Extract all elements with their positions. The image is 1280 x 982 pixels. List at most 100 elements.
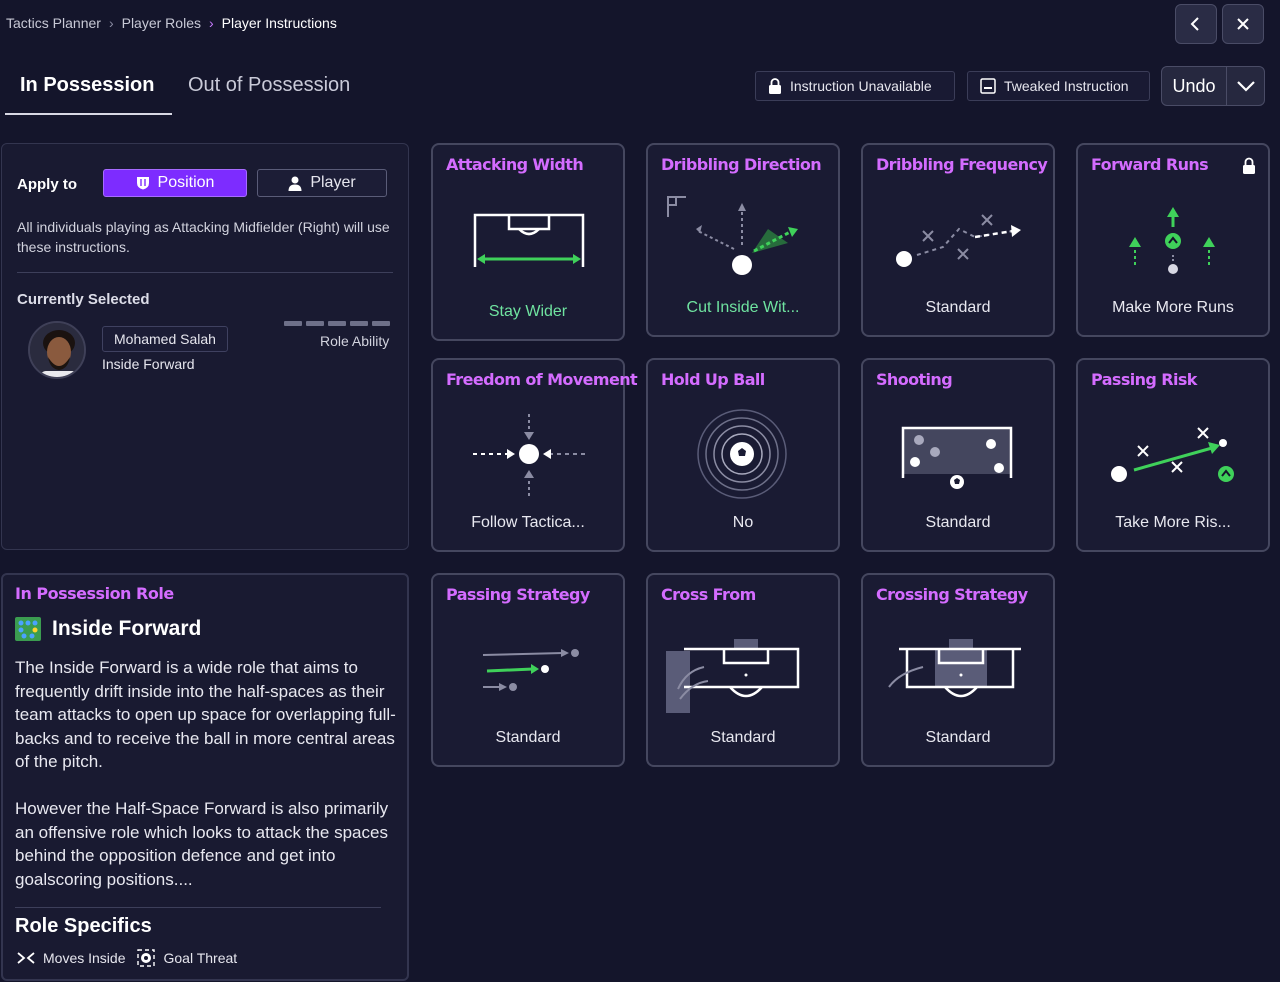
freedom-of-movement-icon — [473, 414, 585, 496]
card-title: Crossing Strategy — [876, 585, 1028, 604]
shooting-icon — [901, 426, 1013, 489]
role-name-label: Inside Forward — [52, 617, 202, 640]
player-role-text: Inside Forward — [102, 356, 195, 372]
passing-strategy-icon — [482, 649, 579, 691]
ability-bar — [284, 321, 302, 326]
back-button[interactable] — [1175, 4, 1217, 44]
role-specific-item: Goal Threat — [163, 950, 238, 966]
card-title: Dribbling Frequency — [876, 155, 1048, 174]
ability-bar — [350, 321, 368, 326]
card-title: Passing Risk — [1091, 370, 1197, 389]
role-description-paragraph: However the Half-Space Forward is also p… — [15, 798, 389, 889]
cross-from-icon — [666, 639, 800, 713]
tab-in-possession[interactable]: In Possession — [20, 74, 155, 97]
instruction-card-hold-up-ball[interactable]: Hold Up Ball No — [646, 358, 840, 552]
role-panel-title: In Possession Role — [15, 584, 174, 603]
crossing-strategy-icon — [888, 639, 1021, 698]
ability-bar — [306, 321, 324, 326]
person-icon — [288, 176, 302, 191]
legend-tweaked-label: Tweaked Instruction — [1004, 78, 1129, 94]
card-value: Standard — [495, 729, 561, 746]
legend-unavailable-label: Instruction Unavailable — [790, 78, 932, 94]
card-value: Standard — [710, 729, 776, 746]
divider — [17, 272, 393, 273]
close-icon — [1237, 18, 1249, 30]
lock-icon — [1243, 157, 1255, 174]
hold-up-ball-icon — [697, 409, 787, 499]
legend-instruction-unavailable: Instruction Unavailable — [755, 71, 955, 101]
undo-button[interactable]: Undo — [1162, 76, 1226, 97]
dribbling-frequency-icon — [896, 214, 1021, 267]
card-value: Stay Wider — [488, 303, 568, 320]
card-title: Passing Strategy — [446, 585, 590, 604]
ability-bar — [328, 321, 346, 326]
card-title: Shooting — [876, 370, 953, 389]
goal-threat-icon — [137, 949, 156, 967]
instruction-card-cross-from[interactable]: Cross From Standard — [646, 573, 840, 767]
role-specifics-list: Moves Inside Goal Threat — [17, 949, 237, 967]
breadcrumb-player-roles[interactable]: Player Roles — [122, 15, 201, 31]
shield-icon — [136, 177, 149, 190]
passing-risk-icon — [1111, 427, 1234, 482]
instruction-card-crossing-strategy[interactable]: Crossing Strategy Standard — [861, 573, 1055, 767]
card-value: Make More Runs — [1112, 299, 1234, 316]
dribbling-direction-icon — [667, 196, 798, 275]
card-value: No — [732, 514, 754, 531]
instruction-card-attacking-width[interactable]: Attacking Width Stay Wider — [431, 143, 625, 341]
card-title: Hold Up Ball — [661, 370, 765, 389]
lock-icon — [769, 78, 781, 94]
apply-to-label: Apply to — [17, 176, 77, 193]
forward-runs-icon — [1129, 207, 1215, 274]
card-value: Follow Tactica... — [471, 514, 585, 531]
currently-selected-label: Currently Selected — [17, 291, 150, 308]
breadcrumb: Tactics Planner › Player Roles › Player … — [6, 15, 337, 31]
card-title: Forward Runs — [1091, 155, 1209, 174]
role-description: The Inside Forward is a wide role that a… — [15, 656, 397, 891]
instruction-card-forward-runs[interactable]: Forward Runs Make More Runs — [1076, 143, 1270, 337]
chevron-right-icon: › — [108, 15, 114, 31]
undo-control: Undo — [1161, 66, 1265, 106]
instruction-card-passing-risk[interactable]: Passing Risk Take More Ris... — [1076, 358, 1270, 552]
apply-description: All individuals playing as Attacking Mid… — [17, 219, 390, 255]
role-ability-bars — [284, 321, 390, 326]
player-avatar — [28, 321, 86, 379]
role-ability-label: Role Ability — [320, 333, 390, 349]
instruction-card-freedom-of-movement[interactable]: Freedom of Movement Follow Tactica... — [431, 358, 638, 552]
player-name-badge[interactable]: Mohamed Salah — [102, 326, 228, 352]
active-tab-indicator — [5, 113, 172, 115]
breadcrumb-tactics-planner[interactable]: Tactics Planner — [6, 15, 101, 31]
undo-dropdown-button[interactable] — [1227, 79, 1264, 93]
role-description-paragraph: The Inside Forward is a wide role that a… — [15, 658, 396, 772]
chevron-right-icon: › — [208, 15, 214, 31]
card-value: Standard — [925, 729, 991, 746]
tweaked-icon — [980, 78, 996, 94]
instruction-card-shooting[interactable]: Shooting Standard — [861, 358, 1055, 552]
breadcrumb-player-instructions: Player Instructions — [221, 15, 337, 31]
card-value: Standard — [925, 299, 991, 316]
tab-out-of-possession[interactable]: Out of Possession — [188, 74, 350, 97]
card-title: Cross From — [661, 585, 756, 604]
card-title: Dribbling Direction — [661, 155, 822, 174]
card-title: Attacking Width — [446, 155, 584, 174]
position-label: Position — [157, 174, 215, 191]
attacking-width-icon — [473, 213, 585, 267]
instruction-card-passing-strategy[interactable]: Passing Strategy Standard — [431, 573, 625, 767]
formation-icon — [15, 617, 41, 641]
close-button[interactable] — [1222, 4, 1264, 44]
role-specifics-title: Role Specifics — [15, 915, 152, 937]
player-label: Player — [310, 174, 356, 191]
role-name: Inside Forward — [15, 617, 201, 641]
chevron-left-icon — [1190, 17, 1199, 31]
ability-bar — [372, 321, 390, 326]
legend-tweaked-instruction: Tweaked Instruction — [967, 71, 1150, 101]
moves-inside-icon — [17, 952, 35, 964]
card-value: Take More Ris... — [1115, 514, 1231, 531]
role-specific-item: Moves Inside — [43, 950, 126, 966]
apply-player-button[interactable]: Player — [257, 169, 387, 197]
instruction-card-dribbling-frequency[interactable]: Dribbling Frequency Standard — [861, 143, 1055, 337]
chevron-down-icon — [1236, 81, 1255, 92]
apply-position-button[interactable]: Position — [103, 169, 247, 197]
card-title: Freedom of Movement — [446, 370, 638, 389]
instruction-card-dribbling-direction[interactable]: Dribbling Direction Cut Inside Wit... — [646, 143, 840, 337]
card-value: Cut Inside Wit... — [686, 299, 800, 316]
